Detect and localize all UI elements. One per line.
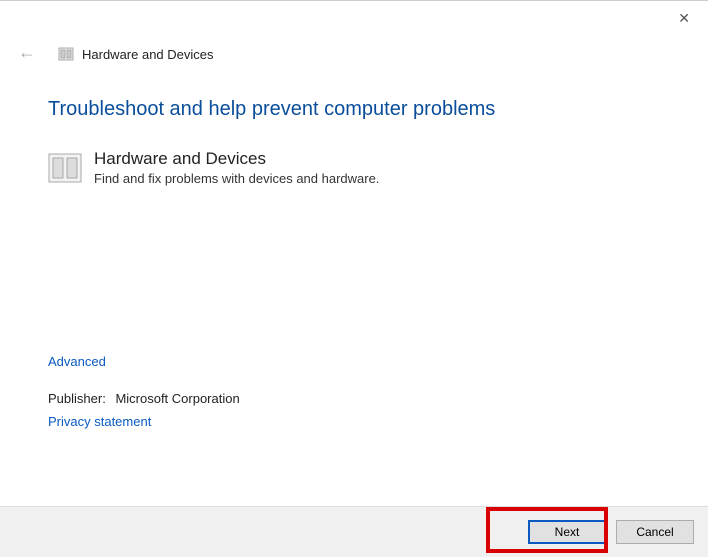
titlebar: ✕: [0, 0, 708, 40]
back-arrow-icon[interactable]: ←: [18, 42, 36, 63]
item-description: Find and fix problems with devices and h…: [94, 171, 379, 186]
footer-bar: Next Cancel: [0, 506, 708, 557]
page-heading: Troubleshoot and help prevent computer p…: [48, 98, 660, 121]
next-button[interactable]: Next: [528, 520, 606, 544]
troubleshooter-item: Hardware and Devices Find and fix proble…: [48, 149, 660, 186]
header-row: ← Hardware and Devices: [0, 40, 708, 68]
privacy-link[interactable]: Privacy statement: [48, 414, 660, 429]
publisher-label: Publisher:: [48, 391, 106, 406]
hardware-small-icon: [58, 46, 74, 62]
publisher-name: Microsoft Corporation: [115, 391, 239, 406]
window-title: Hardware and Devices: [82, 47, 214, 62]
content-area: Troubleshoot and help prevent computer p…: [0, 68, 708, 429]
publisher-row: Publisher: Microsoft Corporation: [48, 391, 660, 406]
troubleshooter-text: Hardware and Devices Find and fix proble…: [94, 149, 379, 186]
close-icon[interactable]: ✕: [678, 11, 690, 25]
hardware-large-icon: [48, 151, 82, 185]
advanced-link[interactable]: Advanced: [48, 354, 660, 369]
item-title: Hardware and Devices: [94, 149, 379, 169]
cancel-button[interactable]: Cancel: [616, 520, 694, 544]
